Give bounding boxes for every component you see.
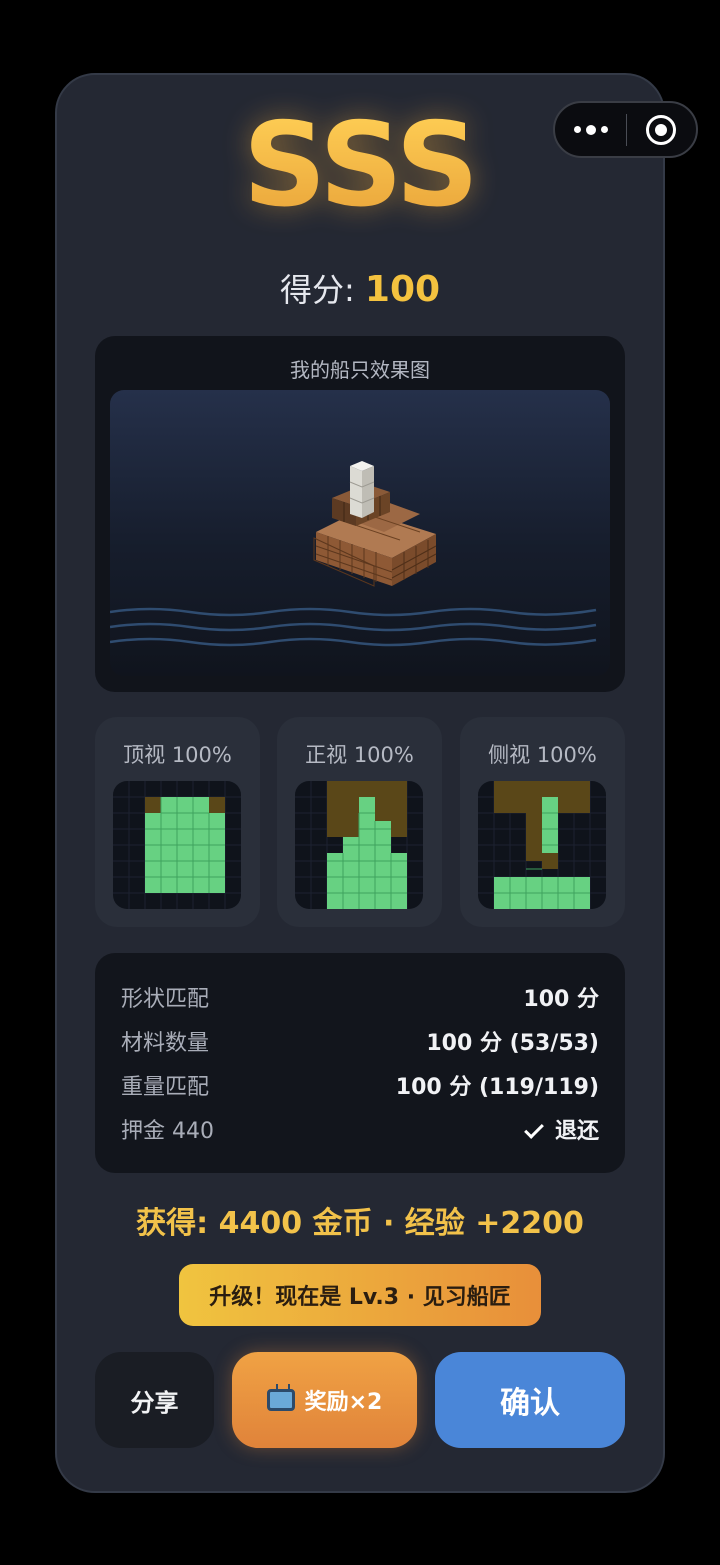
confirm-button[interactable]: 确认 bbox=[435, 1352, 625, 1448]
side-view-card: 侧视 100% bbox=[460, 717, 625, 927]
ship-illustration bbox=[110, 461, 597, 647]
score-label: 得分: bbox=[279, 271, 355, 309]
score-line: 得分: 100 bbox=[0, 265, 720, 311]
preview-title: 我的船只效果图 bbox=[290, 358, 430, 382]
top-view-card: 顶视 100% bbox=[95, 717, 260, 927]
stat-value: 100 分 bbox=[523, 987, 599, 1012]
share-button-label: 分享 bbox=[130, 1388, 179, 1417]
stat-row-shape: 形状匹配 100 分 bbox=[121, 975, 599, 1019]
stat-row-deposit: 押金 440 退还 bbox=[121, 1107, 599, 1151]
stat-value-deposit: 退还 bbox=[524, 1113, 599, 1145]
share-button[interactable]: 分享 bbox=[95, 1352, 214, 1448]
wave-line bbox=[110, 607, 597, 617]
ship-mast bbox=[349, 461, 375, 518]
stat-key: 重量匹配 bbox=[121, 1075, 210, 1100]
score-breakdown: 形状匹配 100 分 材料数量 100 分 (53/53) 重量匹配 100 分… bbox=[95, 953, 625, 1173]
side-view-label: 侧视 100% bbox=[488, 743, 597, 767]
stat-value: 100 分 (119/119) bbox=[395, 1075, 599, 1100]
stat-row-weight: 重量匹配 100 分 (119/119) bbox=[121, 1063, 599, 1107]
reward-text: 获得: 4400 金币 · 经验 +2200 bbox=[136, 1206, 584, 1241]
stat-key: 形状匹配 bbox=[121, 987, 210, 1012]
wave-line bbox=[110, 622, 597, 632]
top-view-label: 顶视 100% bbox=[123, 743, 232, 767]
double-reward-button[interactable]: 奖励×2 bbox=[232, 1352, 417, 1448]
side-view-silhouette bbox=[478, 781, 606, 909]
check-icon bbox=[524, 1119, 544, 1139]
stat-key: 押金 440 bbox=[121, 1119, 214, 1144]
side-view-grid bbox=[478, 781, 606, 909]
ship-render bbox=[110, 390, 610, 676]
stat-row-material: 材料数量 100 分 (53/53) bbox=[121, 1019, 599, 1063]
stat-value: 100 分 (53/53) bbox=[426, 1031, 599, 1056]
tv-icon bbox=[266, 1384, 295, 1411]
ship-preview-panel: 我的船只效果图 bbox=[95, 336, 625, 692]
grade-text: SSS bbox=[0, 108, 720, 224]
stat-key: 材料数量 bbox=[121, 1031, 210, 1056]
deposit-status: 退还 bbox=[554, 1119, 599, 1144]
double-reward-label: 奖励×2 bbox=[304, 1390, 383, 1415]
wave-line bbox=[110, 637, 597, 647]
top-view-silhouette bbox=[113, 781, 241, 909]
front-view-card: 正视 100% bbox=[277, 717, 442, 927]
confirm-button-label: 确认 bbox=[500, 1386, 560, 1421]
front-view-label: 正视 100% bbox=[305, 743, 414, 767]
front-view-grid bbox=[295, 781, 423, 909]
top-view-grid bbox=[113, 781, 241, 909]
score-value: 100 bbox=[364, 269, 441, 310]
level-up-badge: 升级！现在是 Lv.3 · 见习船匠 bbox=[179, 1264, 541, 1326]
front-view-silhouette bbox=[295, 781, 423, 909]
